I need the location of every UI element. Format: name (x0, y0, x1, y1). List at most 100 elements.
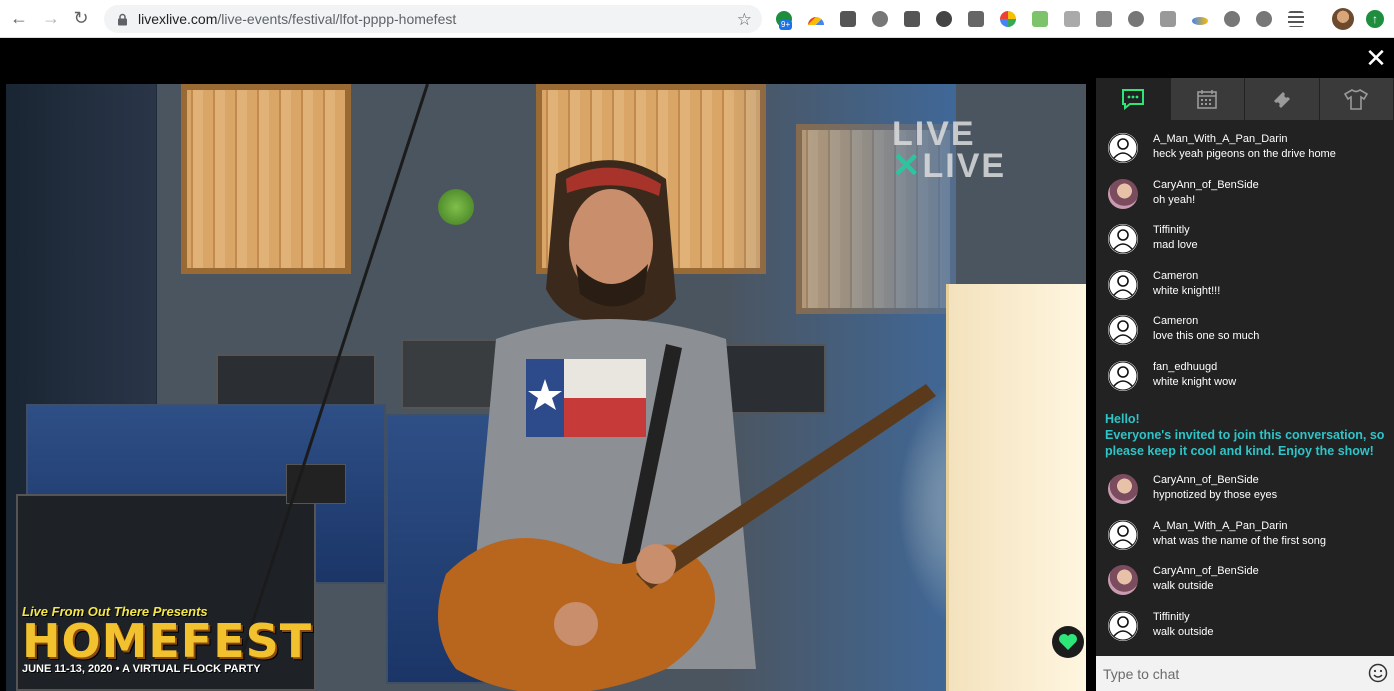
default-user-icon (1108, 315, 1138, 345)
chat-message: CaryAnn_of_BenSide hypnotized by those ey… (1096, 473, 1394, 519)
bookmark-star-icon[interactable]: ☆ (737, 10, 752, 30)
extension-icon[interactable] (1000, 11, 1016, 27)
message-text: heck yeah pigeons on the drive home (1153, 148, 1336, 160)
chat-message: Tiffinitly mad love (1096, 223, 1394, 269)
message-content: CaryAnn_of_BenSide hypnotized by those ey… (1153, 473, 1277, 503)
microphone (438, 189, 474, 225)
message-content: CaryAnn_of_BenSide oh yeah! (1153, 178, 1259, 208)
default-user-icon (1108, 270, 1138, 299)
chat-message: CaryAnn_of_BenSide oh yeah! (1096, 178, 1394, 224)
message-content: A_Man_With_A_Pan_Darin what was the name … (1153, 519, 1326, 549)
message-text: walk outside (1153, 625, 1214, 638)
message-content: Tiffinitly mad love (1153, 223, 1198, 253)
message-username[interactable]: A_Man_With_A_Pan_Darin (1153, 519, 1326, 534)
tab-schedule[interactable] (1170, 78, 1245, 120)
user-avatar[interactable] (1108, 519, 1138, 550)
extension-icon[interactable] (1256, 11, 1272, 27)
tab-tickets[interactable] (1245, 78, 1320, 120)
extension-icon[interactable] (1096, 11, 1112, 27)
message-content: Tiffinitly walk outside (1153, 610, 1214, 640)
chat-welcome-notice: Hello! Everyone's invited to join this c… (1096, 411, 1394, 459)
user-avatar[interactable] (1108, 224, 1138, 254)
user-avatar[interactable] (1108, 360, 1138, 391)
fest-dates: JUNE 11-13, 2020 • A VIRTUAL FLOCK PARTY (22, 663, 261, 675)
user-avatar[interactable] (1108, 474, 1138, 504)
message-text: hypnotized by those eyes (1153, 489, 1278, 501)
user-avatar[interactable] (1108, 269, 1138, 300)
message-text: what was the name of the first song (1153, 534, 1327, 547)
message-content: Cameron white knight!!! (1153, 269, 1220, 299)
extension-icon[interactable] (1160, 11, 1176, 27)
extension-icon[interactable] (1032, 11, 1048, 27)
chat-message-list[interactable]: A_Man_With_A_Pan_Darin heck yeah pigeons … (1096, 120, 1394, 656)
extension-icon[interactable] (936, 11, 952, 27)
notice-title: Hello! (1105, 412, 1140, 426)
tab-merch[interactable] (1319, 78, 1394, 120)
chat-message: fan_edhuugd white knight wow (1096, 360, 1394, 406)
chat-message: A_Man_With_A_Pan_Darin what was the name … (1096, 519, 1394, 565)
tab-chat[interactable] (1096, 78, 1171, 120)
extension-icon[interactable] (808, 17, 824, 25)
like-button[interactable] (1052, 626, 1084, 658)
extension-icon[interactable] (904, 11, 920, 27)
message-text: white knight!!! (1153, 284, 1221, 297)
message-username[interactable]: A_Man_With_A_Pan_Darin (1153, 132, 1336, 147)
extension-icon[interactable] (1064, 11, 1080, 27)
message-username[interactable]: CaryAnn_of_BenSide (1153, 564, 1259, 579)
media-control-icon[interactable] (1288, 11, 1304, 27)
user-avatar[interactable] (1108, 565, 1138, 595)
tshirt-icon (1344, 89, 1369, 110)
message-text: mad love (1153, 239, 1198, 251)
extension-icon[interactable] (840, 11, 856, 27)
close-icon[interactable]: ✕ (1364, 45, 1388, 71)
chat-message: Cameron love this one so much (1096, 314, 1394, 360)
chat-message: Tiffinitly walk outside (1096, 610, 1394, 656)
livexlive-logo: LIVE ✕LIVE (892, 115, 1007, 185)
update-icon[interactable]: ↑ (1366, 10, 1384, 28)
notice-body: Everyone's invited to join this conversa… (1105, 428, 1385, 458)
default-user-icon (1108, 361, 1138, 390)
message-username[interactable]: fan_edhuugd (1153, 360, 1236, 375)
chat-sidebar: A_Man_With_A_Pan_Darin heck yeah pigeons … (1096, 78, 1394, 691)
extension-icon[interactable] (1128, 11, 1144, 27)
user-avatar[interactable] (1108, 315, 1138, 345)
message-text: love this one so much (1153, 330, 1260, 342)
extension-icon[interactable] (968, 11, 984, 27)
extension-icon[interactable] (1192, 17, 1208, 25)
bassist-figure (438, 160, 936, 691)
address-bar[interactable]: livexlive.com/live-events/festival/lfot-… (104, 5, 762, 33)
message-username[interactable]: CaryAnn_of_BenSide (1153, 473, 1277, 488)
wood-panel (181, 84, 351, 274)
message-content: fan_edhuugd white knight wow (1153, 360, 1236, 390)
extension-icon[interactable]: 9+ (776, 11, 793, 30)
chat-message: CaryAnn_of_BenSide walk outside (1096, 564, 1394, 610)
message-username[interactable]: Cameron (1153, 269, 1220, 284)
message-username[interactable]: Tiffinitly (1153, 610, 1214, 625)
default-user-icon (1108, 611, 1138, 640)
message-text: walk outside (1153, 580, 1214, 592)
forward-icon[interactable]: → (40, 8, 62, 30)
chat-bubble-icon (1121, 89, 1144, 110)
chat-message: Cameron white knight!!! (1096, 269, 1394, 315)
heart-icon (1059, 634, 1077, 650)
chat-message: A_Man_With_A_Pan_Darin heck yeah pigeons … (1096, 132, 1394, 178)
message-username[interactable]: CaryAnn_of_BenSide (1153, 178, 1259, 193)
reload-icon[interactable]: ↻ (70, 8, 92, 30)
user-avatar[interactable] (1108, 610, 1138, 641)
extension-icon[interactable] (872, 11, 888, 27)
chat-input-bar (1096, 656, 1394, 691)
message-username[interactable]: Tiffinitly (1153, 223, 1198, 238)
extension-icon[interactable] (1224, 11, 1240, 27)
profile-avatar[interactable] (1332, 8, 1354, 30)
user-avatar[interactable] (1108, 133, 1138, 163)
default-user-icon (1108, 224, 1138, 254)
message-text: oh yeah! (1153, 193, 1196, 206)
lock-icon (116, 12, 128, 26)
video-player[interactable]: LIVE ✕LIVE Live From Out There Presents … (6, 84, 1086, 691)
message-text: white knight wow (1153, 375, 1237, 388)
message-username[interactable]: Cameron (1153, 314, 1259, 329)
back-icon[interactable]: ← (8, 8, 30, 30)
user-avatar[interactable] (1108, 178, 1138, 209)
emoji-icon[interactable] (1368, 663, 1388, 683)
chat-input[interactable] (1103, 665, 1353, 682)
